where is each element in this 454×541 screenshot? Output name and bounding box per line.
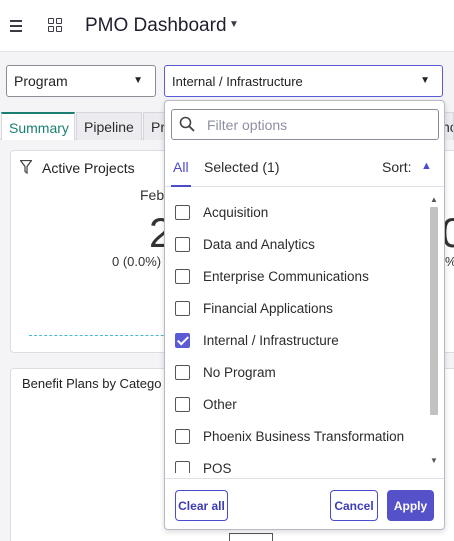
option-label: Enterprise Communications [203, 268, 369, 284]
caret-down-icon: ▼ [133, 75, 143, 86]
option-label: Other [203, 396, 237, 412]
apply-button[interactable]: Apply [387, 490, 434, 521]
program-options-dropdown: Filter options All Selected (1) Sort: ▲ … [164, 100, 445, 530]
options-list: Acquisition Data and Analytics Enterpris… [165, 195, 427, 473]
scroll-down-icon[interactable]: ▼ [430, 456, 438, 465]
sort-label[interactable]: Sort: [382, 159, 412, 175]
list-item[interactable]: Phoenix Business Transformation [175, 425, 404, 447]
option-label: Financial Applications [203, 300, 333, 316]
dropdown-footer: Clear all Cancel Apply [165, 478, 444, 530]
list-item[interactable]: Financial Applications [175, 297, 333, 319]
caret-down-icon[interactable]: ▼ [229, 19, 239, 30]
period-label: Feb [140, 187, 165, 203]
search-placeholder: Filter options [207, 117, 288, 133]
dropdown-tabs: All Selected (1) Sort: ▲ [165, 149, 444, 187]
program-filter-select[interactable]: Program ▼ [6, 65, 156, 97]
program-value-select[interactable]: Internal / Infrastructure ▼ [164, 65, 443, 97]
list-item[interactable]: Other [175, 393, 237, 415]
tab-summary[interactable]: Summary [1, 112, 75, 140]
tab-pipeline[interactable]: Pipeline [76, 112, 142, 140]
checkbox[interactable] [175, 300, 190, 316]
checkbox-checked[interactable] [175, 332, 190, 348]
sort-ascending-icon[interactable]: ▲ [421, 160, 432, 172]
search-icon [179, 116, 195, 132]
program-filter-label: Program [14, 73, 68, 89]
hamburger-menu-icon[interactable] [10, 16, 28, 36]
app-header: PMO Dashboard ▼ [0, 0, 454, 52]
checkbox[interactable] [175, 236, 190, 252]
option-label: Acquisition [203, 204, 269, 220]
program-value-label: Internal / Infrastructure [172, 73, 303, 89]
checkbox[interactable] [175, 204, 190, 220]
tab-selected[interactable]: Selected (1) [204, 159, 279, 175]
checkbox[interactable] [175, 268, 190, 284]
list-item[interactable]: No Program [175, 361, 276, 383]
checkbox[interactable] [175, 460, 190, 473]
option-label: POS [203, 460, 232, 474]
list-item[interactable]: Acquisition [175, 201, 268, 223]
caret-down-icon: ▼ [420, 75, 430, 86]
list-item[interactable]: Internal / Infrastructure [175, 329, 339, 351]
chart-placeholder-icon [229, 533, 273, 541]
active-projects-pct-right: % [445, 254, 454, 269]
active-projects-title: Active Projects [42, 160, 135, 176]
apps-grid-icon[interactable] [48, 18, 62, 32]
option-label: Phoenix Business Transformation [203, 428, 405, 444]
checkbox[interactable] [175, 396, 190, 412]
filter-options-search[interactable]: Filter options [171, 109, 439, 140]
active-projects-change: 0 (0.0%) [112, 254, 162, 269]
dashboard-title[interactable]: PMO Dashboard [85, 15, 227, 37]
scroll-thumb[interactable] [430, 207, 438, 415]
benefit-plans-title: Benefit Plans by Catego [22, 376, 162, 391]
checkbox[interactable] [175, 364, 190, 380]
option-label: No Program [203, 364, 276, 380]
filter-icon[interactable] [20, 160, 32, 174]
scroll-up-icon[interactable]: ▲ [430, 195, 438, 204]
list-item[interactable]: POS [175, 457, 232, 473]
tab-all[interactable]: All [173, 159, 189, 175]
option-label: Data and Analytics [203, 236, 315, 252]
list-item[interactable]: Data and Analytics [175, 233, 315, 255]
clear-all-button[interactable]: Clear all [175, 490, 228, 521]
checkbox[interactable] [175, 428, 190, 444]
tab-all-indicator [171, 185, 191, 187]
options-scrollbar[interactable]: ▲ ▼ [427, 195, 441, 473]
cancel-button[interactable]: Cancel [330, 490, 378, 521]
list-item[interactable]: Enterprise Communications [175, 265, 369, 287]
option-label: Internal / Infrastructure [203, 332, 339, 348]
